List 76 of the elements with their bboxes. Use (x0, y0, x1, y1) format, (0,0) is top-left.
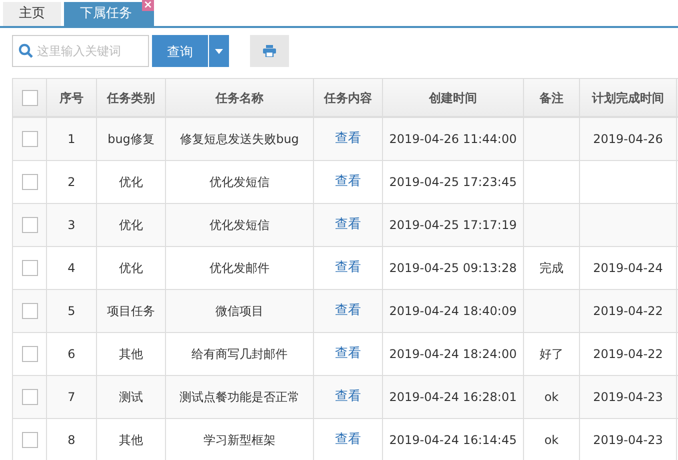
table-cell-text: 测试点餐功能是否正常 (180, 389, 300, 406)
tab[interactable]: 主页 (3, 2, 61, 26)
view-link[interactable]: 查看 (335, 258, 361, 278)
table-cell-text: bug修复 (108, 131, 154, 148)
checkbox[interactable] (22, 174, 38, 190)
table-cell-text: 2019-04-26 11:44:00 (389, 131, 517, 148)
view-link[interactable]: 查看 (335, 129, 361, 149)
table-cell-text: 7 (68, 389, 76, 406)
table-cell-text: 3 (68, 217, 76, 234)
table-cell-text: 2019-04-22 (593, 303, 663, 320)
checkbox[interactable] (22, 432, 38, 448)
table-cell-text: 2019-04-23 (593, 432, 663, 449)
table-cell-text: 2019-04-25 17:17:19 (389, 217, 517, 234)
checkbox[interactable] (22, 303, 38, 319)
table-cell-text: 6 (68, 346, 76, 363)
column-header: 任务内容 (314, 79, 383, 116)
table-cell-text: 2019-04-25 17:23:45 (389, 174, 517, 191)
view-link[interactable]: 查看 (335, 387, 361, 407)
column-header: 序号 (47, 79, 97, 116)
table-cell-text: 优化 (119, 217, 143, 234)
view-link[interactable]: 查看 (335, 301, 361, 321)
table-cell-text: 修复短息发送失败bug (180, 131, 299, 148)
table-cell-text: 2019-04-24 18:40:09 (389, 303, 517, 320)
view-link[interactable]: 查看 (335, 430, 361, 450)
table-cell-text: 2019-04-24 16:28:01 (389, 389, 517, 406)
table-cell-text: 2019-04-26 (593, 131, 663, 148)
close-button[interactable]: × (142, 0, 154, 11)
column-header: 备注 (524, 79, 580, 116)
checkbox[interactable] (22, 260, 38, 276)
checkbox[interactable] (22, 131, 38, 147)
checkbox[interactable] (22, 90, 38, 106)
caret-icon (215, 48, 223, 54)
table-cell-text: 完成 (540, 260, 564, 277)
table-cell-text: 2019-04-24 18:24:00 (389, 346, 517, 363)
table-cell-text: 2019-04-22 (593, 346, 663, 363)
search-icon (18, 43, 34, 59)
column-header: 任务名称 (166, 79, 314, 116)
dropdown-button[interactable] (209, 35, 229, 67)
table-cell-text: 2019-04-25 09:13:28 (389, 260, 517, 277)
table-cell-text: 优化发短信 (210, 217, 270, 234)
table-cell-text: 4 (68, 260, 76, 277)
checkbox[interactable] (22, 346, 38, 362)
table-cell-text: 其他 (119, 432, 143, 449)
view-link[interactable]: 查看 (335, 172, 361, 192)
view-link[interactable]: 查看 (335, 215, 361, 235)
checkbox[interactable] (22, 217, 38, 233)
column-header: 任务类别 (97, 79, 166, 116)
query-button[interactable]: 查询 (152, 35, 208, 67)
table-cell-text: 优化 (119, 260, 143, 277)
search-field[interactable]: 这里输入关键词 (12, 35, 149, 67)
printer-icon (263, 45, 276, 57)
table-cell-text: 2 (68, 174, 76, 191)
table-cell-text: ok (544, 432, 559, 449)
table-cell-text: 优化 (119, 174, 143, 191)
table-cell-text: 好了 (540, 346, 564, 363)
column-header: 计划完成时间 (580, 79, 677, 116)
table-cell-text: 1 (68, 131, 76, 148)
table-cell-text: 8 (68, 432, 76, 449)
table-cell-text: 优化发短信 (210, 174, 270, 191)
view-link[interactable]: 查看 (335, 344, 361, 364)
table-cell-text: 微信项目 (216, 303, 264, 320)
tab[interactable]: 下属任务 × (64, 2, 154, 26)
column-header: 创建时间 (383, 79, 524, 116)
table-cell-text: 给有商写几封邮件 (192, 346, 288, 363)
table-cell-text: 其他 (119, 346, 143, 363)
table-cell-text: 优化发邮件 (210, 260, 270, 277)
table-cell-text: ok (544, 389, 559, 406)
table-cell-text: 2019-04-24 16:14:45 (389, 432, 517, 449)
print-button[interactable] (250, 35, 289, 67)
table-cell-text: 2019-04-23 (593, 389, 663, 406)
table-cell-text: 5 (68, 303, 76, 320)
table-cell-text: 项目任务 (107, 303, 155, 320)
table-cell-text: 学习新型框架 (204, 432, 276, 449)
table-cell-text: 测试 (119, 389, 143, 406)
checkbox[interactable] (22, 389, 38, 405)
table-cell-text: 2019-04-24 (593, 260, 663, 277)
